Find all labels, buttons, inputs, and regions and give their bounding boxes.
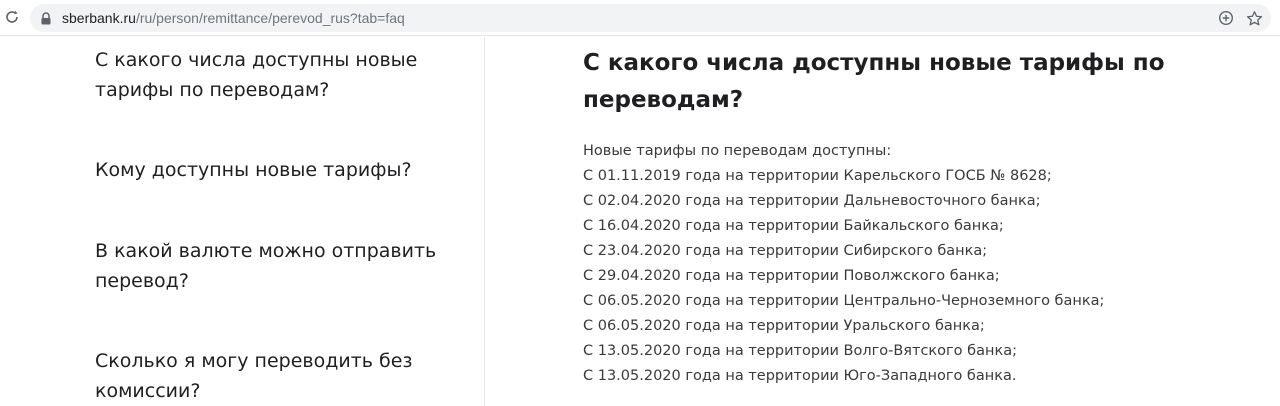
answer-intro: Новые тарифы по переводам доступны: — [583, 143, 892, 159]
lock-icon — [41, 12, 51, 25]
answer-body: Новые тарифы по переводам доступны: С 01… — [583, 139, 1243, 389]
faq-question-currency[interactable]: В какой валюте можно отправить перевод? — [95, 236, 440, 296]
bookmark-star-icon[interactable] — [1245, 9, 1263, 27]
url-path: /ru/person/remittance/perevod_rus?tab=fa… — [135, 10, 405, 26]
browser-address-bar: sberbank.ru/ru/person/remittance/perevod… — [0, 0, 1280, 36]
answer-line: С 13.05.2020 года на территории Юго-Запа… — [583, 368, 1017, 384]
url-host: sberbank.ru — [62, 10, 136, 26]
answer-line: С 23.04.2020 года на территории Сибирско… — [583, 243, 988, 259]
answer-title: С какого числа доступны новые тарифы по … — [583, 50, 1165, 113]
answer-line: С 13.05.2020 года на территории Волго-Вя… — [583, 343, 1017, 359]
faq-page: С какого числа доступны новые тарифы по … — [0, 37, 1280, 406]
answer-line: С 01.11.2019 года на территории Карельск… — [583, 168, 1052, 184]
answer-line: С 02.04.2020 года на территории Дальнево… — [583, 193, 1041, 209]
faq-question-new-tariffs-date[interactable]: С какого числа доступны новые тарифы по … — [95, 45, 440, 105]
answer-line: С 16.04.2020 года на территории Байкальс… — [583, 218, 1004, 234]
answer-line: С 06.05.2020 года на территории Централь… — [583, 293, 1105, 309]
url-field[interactable]: sberbank.ru/ru/person/remittance/perevod… — [30, 4, 1271, 32]
answer-line: С 29.04.2020 года на территории Поволжск… — [583, 268, 1000, 284]
add-icon[interactable] — [1217, 9, 1235, 27]
faq-question-who-eligible[interactable]: Кому доступны новые тарифы? — [95, 155, 440, 185]
faq-question-list: С какого числа доступны новые тарифы по … — [0, 37, 485, 406]
reload-icon[interactable] — [3, 8, 21, 26]
answer-line: С 06.05.2020 года на территории Уральско… — [583, 318, 985, 334]
faq-question-commission-free-limit[interactable]: Сколько я могу переводить без комиссии? — [95, 346, 440, 406]
url-text: sberbank.ru/ru/person/remittance/perevod… — [62, 10, 405, 26]
